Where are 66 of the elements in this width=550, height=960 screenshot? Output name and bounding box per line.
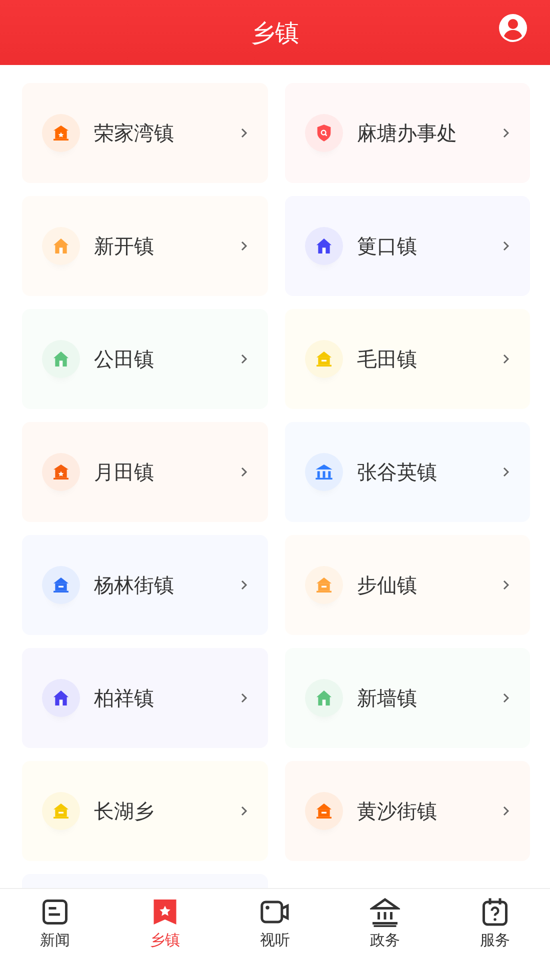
town-name: 新开镇 [94,232,155,260]
town-name: 新墙镇 [357,684,418,712]
building-icon [42,566,80,604]
tab-button[interactable]: 乡镇 [110,889,220,960]
tab-button[interactable]: 新闻 [0,889,110,960]
chevron-icon [240,579,248,591]
town-card[interactable]: 公田镇 [22,309,268,409]
town-card[interactable]: 黄沙街镇 [285,761,530,861]
building-icon [42,679,80,717]
news-tab-icon [40,897,70,927]
town-name: 柏祥镇 [94,684,155,712]
town-card[interactable]: 新开镇 [22,196,268,296]
chevron-icon [502,466,510,478]
chevron-icon [240,240,248,252]
page-title: 乡镇 [251,18,299,48]
town-name: 荣家湾镇 [94,120,175,146]
gov-tab-icon [370,897,400,927]
town-card[interactable]: 张谷英镇 [285,422,530,522]
building-icon [305,566,343,604]
building-icon [42,453,80,491]
building-icon [305,453,343,491]
chevron-icon [240,466,248,478]
town-name: 毛田镇 [357,346,418,372]
user-avatar-icon[interactable] [498,13,528,43]
chevron-icon [502,240,510,252]
town-name: 长湖乡 [94,798,155,824]
tab-button[interactable]: 服务 [440,889,550,960]
tab-button[interactable]: 政务 [330,889,440,960]
building-icon [305,679,343,717]
town-name: 筻口镇 [357,232,418,260]
tab-button[interactable]: 视听 [220,889,330,960]
chevron-icon [240,805,248,817]
building-icon [305,340,343,378]
building-icon [42,227,80,265]
chevron-icon [240,127,248,139]
building-icon [42,792,80,830]
chevron-icon [502,692,510,704]
chevron-icon [240,353,248,365]
town-card[interactable]: 毛田镇 [285,309,530,409]
town-card[interactable]: 步仙镇 [285,535,530,635]
town-card[interactable]: 荣家湾镇 [22,83,268,183]
town-card[interactable]: 新墙镇 [285,648,530,748]
town-name: 麻塘办事处 [357,120,458,146]
town-name: 月田镇 [94,458,155,486]
town-card[interactable]: 筻口镇 [285,196,530,296]
service-tab-icon [480,897,510,927]
town-name: 张谷英镇 [357,458,438,486]
building-icon [305,114,343,152]
chevron-icon [240,692,248,704]
chevron-icon [502,127,510,139]
town-card[interactable]: 麻塘办事处 [285,83,530,183]
town-card[interactable]: 杨林街镇 [22,535,268,635]
town-name: 黄沙街镇 [357,798,438,824]
town-card[interactable]: 月田镇 [22,422,268,522]
building-icon [305,792,343,830]
chevron-icon [502,805,510,817]
building-icon [42,114,80,152]
town-name: 公田镇 [94,346,155,372]
town-card[interactable]: 长湖乡 [22,761,268,861]
town-name: 杨林街镇 [94,572,175,598]
town-card[interactable]: 柏祥镇 [22,648,268,748]
town-name: 步仙镇 [357,572,418,598]
chevron-icon [502,353,510,365]
building-icon [42,340,80,378]
chevron-icon [502,579,510,591]
building-icon [305,227,343,265]
